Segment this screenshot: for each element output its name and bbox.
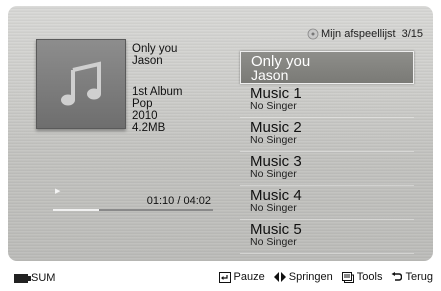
sum-label: SUM [31,272,56,284]
song-singer: No Singer [250,168,297,180]
song-title: Music 4 [250,187,302,204]
song-item[interactable]: Music 1 No Singer [240,84,414,118]
music-note-icon [61,61,101,106]
song-singer: No Singer [250,202,297,214]
jump-button[interactable]: Springen [273,271,333,283]
song-item[interactable]: Music 5 No Singer [240,220,414,254]
song-item[interactable]: Only you Jason [240,51,414,84]
playback-time: 01:10 / 04:02 [146,195,211,207]
song-title: Music 1 [250,85,302,102]
progress-bar[interactable] [53,209,213,211]
song-item[interactable]: Music 4 No Singer [240,186,414,220]
music-player-screen: Mijn afspeellijst 3/15 Only you Jason 1s… [8,6,433,261]
back-label: Terug [405,271,433,283]
song-title: Music 5 [250,221,302,238]
sum-button[interactable]: SUM [14,272,55,284]
playback-progress: ▶ 01:10 / 04:02 [53,186,213,216]
song-singer: No Singer [250,100,297,112]
enter-icon [218,271,231,283]
song-singer: No Singer [250,134,297,146]
song-list: Only you Jason Music 1 No Singer Music 2… [240,51,414,254]
playlist-header: Mijn afspeellijst 3/15 [307,28,423,40]
track-genre: Pop [132,98,153,110]
control-hints: Pauze Springen Tools Terug [210,271,433,283]
back-button[interactable]: Terug [391,271,433,283]
song-title: Music 3 [250,153,302,170]
left-right-arrows-icon [273,272,286,282]
pause-label: Pauze [233,271,265,283]
tools-label: Tools [356,271,383,283]
album-cover [36,39,126,129]
song-singer: No Singer [250,236,297,248]
song-singer: Jason [251,67,289,83]
tools-button[interactable]: Tools [341,271,383,283]
pause-button[interactable]: Pauze [218,271,265,283]
tools-icon [341,271,354,283]
jump-label: Springen [288,271,333,283]
return-icon [391,271,403,283]
song-item[interactable]: Music 2 No Singer [240,118,414,152]
song-title: Music 2 [250,119,302,136]
playlist-counter: 3/15 [401,28,423,40]
track-year: 2010 [132,110,158,122]
track-size: 4.2MB [132,122,166,134]
playlist-disc-icon [307,28,319,40]
track-title: Only you [132,43,178,55]
playlist-label: Mijn afspeellijst [320,28,396,40]
bottom-control-bar: SUM Pauze Springen Tools Terug [0,266,441,291]
song-item[interactable]: Music 3 No Singer [240,152,414,186]
track-album: 1st Album [132,86,183,98]
progress-fill [53,209,100,211]
usb-device-icon [14,273,31,283]
track-artist: Jason [132,55,163,67]
play-icon: ▶ [55,188,61,195]
track-info: Only you Jason 1st Album Pop 2010 4.2MB [132,43,183,134]
